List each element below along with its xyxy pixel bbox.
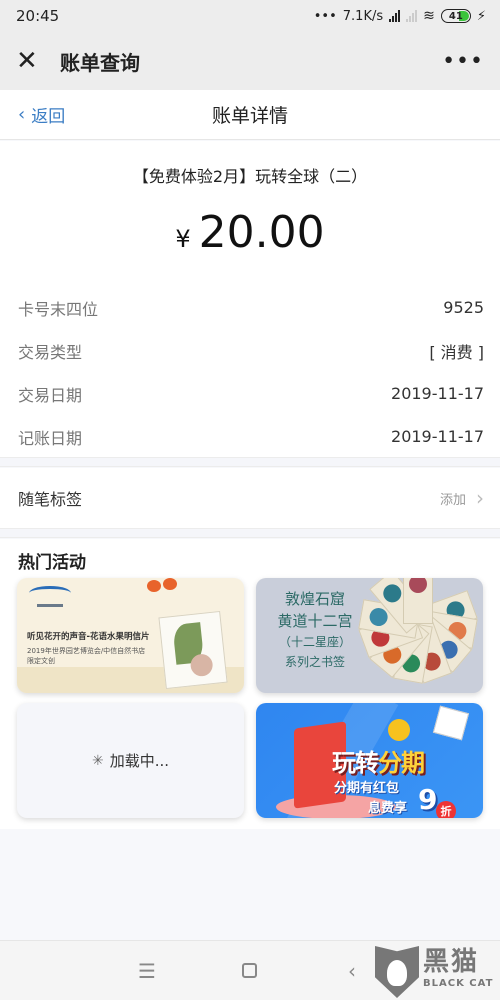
more-icon[interactable]: •••	[442, 49, 484, 74]
detail-row-post-date: 记账日期 2019-11-17	[0, 415, 500, 458]
postcard-illustration	[158, 610, 228, 690]
notes-label: 随笔标签	[18, 490, 83, 509]
card-subtitle: 限定文创	[27, 657, 55, 665]
discount-value: 9	[418, 783, 438, 816]
row-value: 9525	[443, 298, 484, 317]
close-icon[interactable]: ✕	[16, 48, 42, 74]
card-line: 息费享	[368, 801, 408, 816]
bookstore-logo	[29, 586, 71, 607]
card-text: 敦煌石窟 黄道十二宫 （十二星座） 系列之书签	[268, 588, 362, 672]
page-navbar: ‹ 返回 账单详情	[0, 90, 500, 140]
bookmark-fan-illustration	[353, 578, 478, 688]
notification-dots-icon: •••	[313, 8, 337, 24]
amount-value: 20.00	[198, 207, 325, 258]
merchant-name: 【免费体验2月】玩转全球（二）	[132, 167, 368, 186]
status-time: 20:45	[16, 7, 60, 25]
cat-shield-icon	[375, 946, 419, 998]
signal-weak-icon	[406, 10, 418, 22]
notes-tag-row[interactable]: 随笔标签 添加 ›	[0, 468, 500, 528]
row-value: 2019-11-17	[391, 427, 484, 446]
app-topbar: ✕ 账单查询 •••	[0, 32, 500, 90]
status-bar: 20:45 ••• 7.1K/s ≋ 41 ⚡	[0, 0, 500, 32]
back-button[interactable]: ‹ 返回	[18, 102, 65, 127]
section-title: 热门活动	[18, 553, 86, 573]
card-line: 系列之书签	[284, 655, 345, 669]
amount: ¥20.00	[0, 207, 500, 258]
chevron-right-icon: ›	[476, 486, 484, 510]
row-value: [ 消费 ]	[429, 342, 484, 362]
title-part: 分期	[378, 749, 425, 777]
detail-row-type: 交易类型 [ 消费 ]	[0, 329, 500, 372]
network-speed: 7.1K/s	[342, 8, 384, 24]
activity-card-loading: ✳ 加载中...	[17, 703, 244, 818]
card-title: 听见花开的声音-花语水果明信片	[27, 632, 150, 642]
section-divider	[0, 457, 500, 467]
document-illustration	[432, 705, 470, 741]
card-subtitle: 2019年世界园艺博览会/中信自然书店	[27, 647, 146, 655]
wifi-icon: ≋	[423, 8, 435, 24]
battery-level: 41	[448, 10, 463, 22]
transaction-detail: 【免费体验2月】玩转全球（二） ¥20.00 卡号末四位 9525 交易类型 […	[0, 141, 500, 457]
detail-rows: 卡号末四位 9525 交易类型 [ 消费 ] 交易日期 2019-11-17 记…	[0, 286, 500, 458]
row-label: 记账日期	[18, 428, 83, 448]
row-value: 2019-11-17	[391, 384, 484, 403]
charging-icon: ⚡	[476, 8, 486, 24]
hot-activities: 热门活动 听见花开的声音-花语水果明信片 2019年世界园艺博览会/中信自然书店…	[0, 539, 500, 829]
status-icons: ••• 7.1K/s ≋ 41 ⚡	[314, 8, 486, 24]
title-part: 玩转	[332, 749, 379, 777]
currency-symbol: ¥	[175, 225, 191, 253]
loading-text: 加载中...	[109, 752, 170, 770]
detail-row-card: 卡号末四位 9525	[0, 286, 500, 329]
card-line: 敦煌石窟	[284, 590, 345, 608]
coin-illustration	[388, 719, 410, 741]
back-label: 返回	[31, 107, 66, 127]
activity-card-installment[interactable]: 玩转分期 分期有红包 息费享 9 折	[256, 703, 483, 818]
card-title: 玩转分期	[332, 743, 425, 778]
row-label: 交易日期	[18, 385, 83, 405]
add-tag-button[interactable]: 添加 ›	[440, 486, 484, 510]
signal-icon	[389, 10, 401, 22]
card-line: （十二星座）	[278, 635, 351, 649]
activity-card-bookmarks[interactable]: 敦煌石窟 黄道十二宫 （十二星座） 系列之书签	[256, 578, 483, 693]
watermark: 黑猫 BLACK CAT	[375, 946, 493, 998]
discount-unit: 折	[436, 801, 456, 818]
back-icon[interactable]: ‹	[348, 959, 356, 983]
chevron-left-icon: ‹	[18, 104, 26, 125]
menu-icon[interactable]: ☰	[138, 959, 156, 983]
battery-icon: 41	[440, 9, 471, 23]
fruit-illustration	[147, 580, 161, 592]
row-label: 卡号末四位	[18, 299, 99, 319]
add-label: 添加	[439, 492, 466, 508]
card-line: 黄道十二宫	[277, 612, 353, 630]
home-icon[interactable]	[242, 963, 257, 978]
page-title: 账单详情	[211, 105, 288, 127]
loading-spinner-icon: ✳	[91, 752, 104, 769]
watermark-cn: 黑猫	[423, 947, 480, 977]
section-divider	[0, 528, 500, 538]
row-label: 交易类型	[18, 342, 83, 362]
watermark-en: BLACK CAT	[423, 978, 494, 989]
activity-card-postcards[interactable]: 听见花开的声音-花语水果明信片 2019年世界园艺博览会/中信自然书店 限定文创	[17, 578, 244, 693]
card-line: 分期有红包	[334, 781, 400, 796]
detail-row-trade-date: 交易日期 2019-11-17	[0, 372, 500, 415]
app-title: 账单查询	[60, 50, 140, 75]
